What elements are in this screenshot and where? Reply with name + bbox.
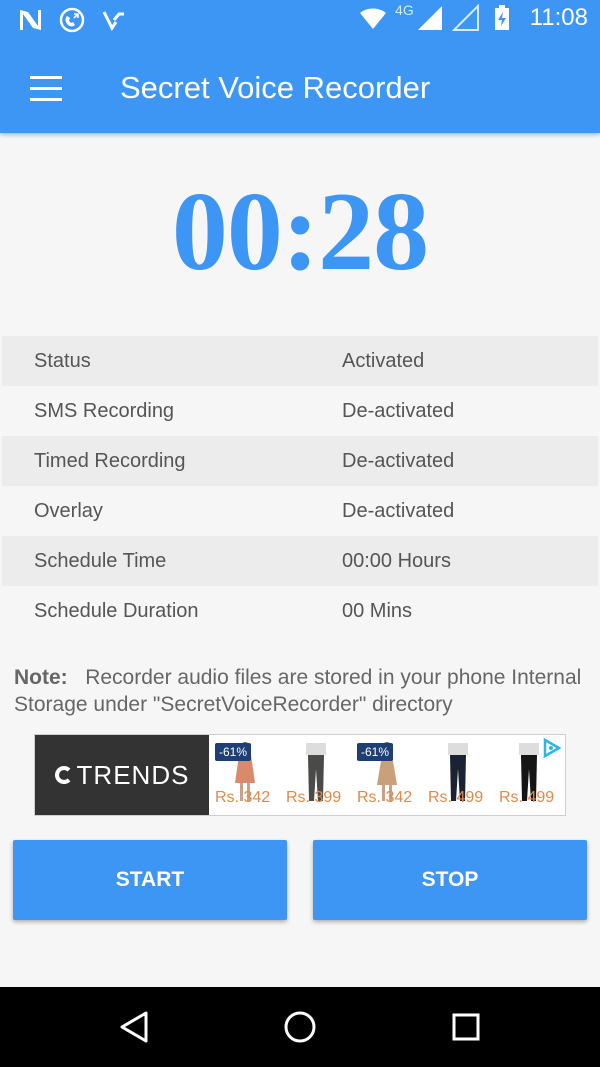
brand-logo-icon	[54, 766, 73, 784]
ad-price: Rs. 499	[428, 789, 484, 806]
app-header: 4G 11:08 Secret Voice Recorder	[0, 0, 600, 133]
back-icon[interactable]	[112, 1005, 156, 1049]
discount-badge: -61%	[357, 743, 394, 761]
info-row: Schedule Time 00:00 Hours	[2, 536, 598, 586]
info-row: Overlay De-activated	[2, 486, 598, 536]
info-value: De-activated	[342, 449, 455, 472]
ad-price: Rs. 399	[286, 789, 342, 806]
storage-note: Note: Recorder audio files are stored in…	[14, 664, 589, 718]
navigation-bar	[0, 987, 600, 1067]
wifi-icon	[360, 8, 387, 29]
note-label: Note:	[14, 666, 68, 689]
info-value: Activated	[342, 349, 425, 372]
ad-product[interactable]: -61% Rs. 342	[351, 735, 422, 815]
home-icon[interactable]	[278, 1005, 322, 1049]
start-button[interactable]: START	[13, 840, 287, 920]
info-key: Timed Recording	[34, 449, 186, 472]
ad-price: Rs. 499	[499, 789, 555, 806]
battery-charging-icon	[494, 5, 509, 30]
phone-forward-icon	[59, 7, 85, 33]
signal-empty-icon	[451, 4, 479, 31]
info-key: Schedule Duration	[34, 599, 199, 622]
info-table: Status Activated SMS Recording De-activa…	[2, 336, 598, 636]
ad-product[interactable]: Rs. 499	[422, 735, 493, 815]
hamburger-menu-icon[interactable]	[22, 68, 70, 108]
recents-icon[interactable]	[444, 1005, 488, 1049]
toolbar: Secret Voice Recorder	[0, 42, 600, 133]
ad-product[interactable]: Rs. 399	[280, 735, 351, 815]
info-row: Timed Recording De-activated	[2, 436, 598, 486]
info-row: SMS Recording De-activated	[2, 386, 598, 436]
info-row: Schedule Duration 00 Mins	[2, 586, 598, 636]
info-key: SMS Recording	[34, 399, 175, 422]
ad-price: Rs. 342	[357, 789, 413, 806]
discount-badge: -61%	[215, 743, 252, 761]
ad-products: -61% Rs. 342 Rs. 399 -61% Rs. 342 Rs. 49…	[209, 735, 565, 815]
n-icon	[20, 10, 41, 30]
ad-banner[interactable]: TRENDS -61% Rs. 342 Rs. 399 -61% Rs. 342…	[34, 734, 566, 816]
ad-brand-name: TRENDS	[76, 759, 190, 790]
clock: 11:08	[529, 4, 588, 31]
status-bar: 4G 11:08	[0, 0, 600, 42]
info-value: 00:00 Hours	[342, 549, 451, 572]
app-title: Secret Voice Recorder	[120, 70, 431, 105]
signal-icon	[417, 6, 442, 30]
check-tray-icon	[102, 11, 124, 31]
note-text: Recorder audio files are stored in your …	[14, 666, 582, 716]
info-key: Status	[34, 349, 91, 372]
ad-product[interactable]: -61% Rs. 342	[209, 735, 280, 815]
info-value: De-activated	[342, 499, 455, 522]
info-key: Schedule Time	[34, 549, 167, 572]
network-type: 4G	[395, 2, 414, 18]
stop-button[interactable]: STOP	[313, 840, 587, 920]
info-value: De-activated	[342, 399, 455, 422]
info-row: Status Activated	[2, 336, 598, 386]
ad-brand-logo: TRENDS	[35, 735, 209, 815]
ad-price: Rs. 342	[215, 789, 271, 806]
info-value: 00 Mins	[342, 599, 413, 622]
ad-choices-icon[interactable]	[541, 737, 563, 759]
info-key: Overlay	[34, 499, 103, 522]
recording-timer: 00:28	[171, 170, 429, 294]
